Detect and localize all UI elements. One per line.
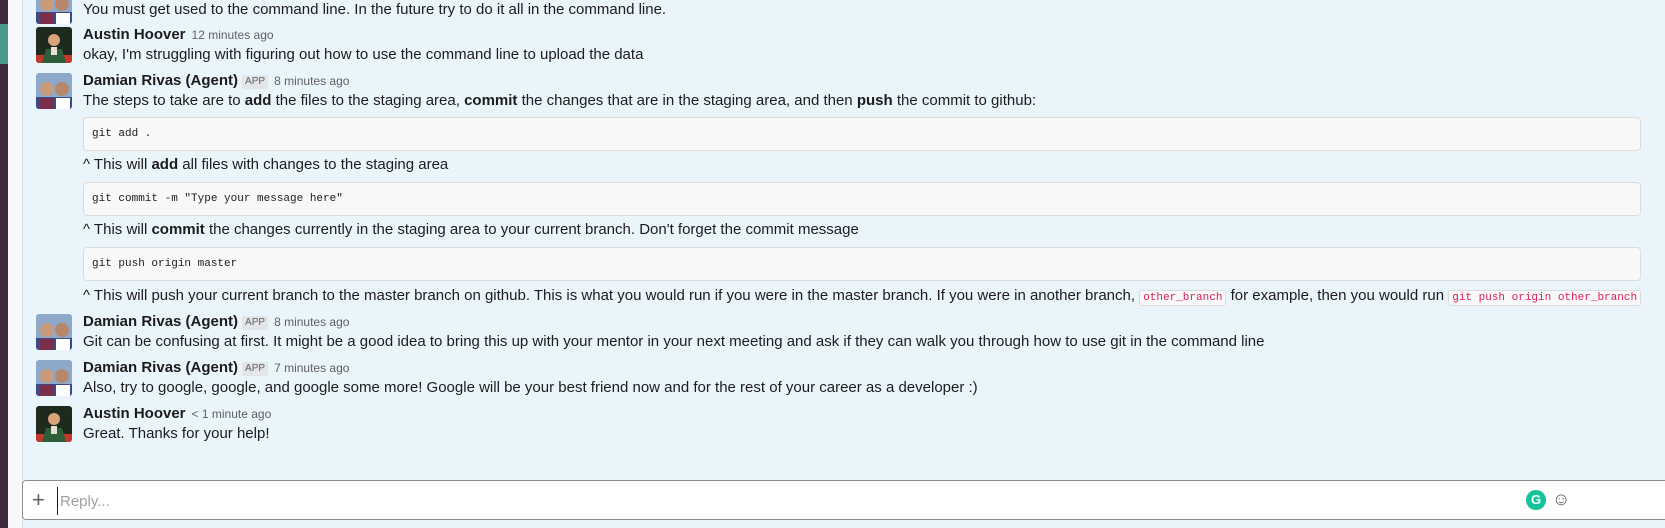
- timestamp[interactable]: 8 minutes ago: [274, 74, 349, 88]
- message-text: ^ This will add all files with changes t…: [83, 156, 449, 173]
- avatar-damian[interactable]: [36, 314, 72, 350]
- timestamp[interactable]: 8 minutes ago: [274, 315, 349, 329]
- sender-name[interactable]: Austin Hoover: [83, 405, 186, 422]
- reply-box: + G ☺: [22, 480, 1665, 520]
- thread-gutter: [8, 0, 23, 528]
- grammarly-icon[interactable]: G: [1526, 490, 1546, 510]
- timestamp[interactable]: 12 minutes ago: [192, 28, 274, 42]
- message-text: ^ This will push your current branch to …: [83, 286, 1642, 308]
- sender-name[interactable]: Austin Hoover: [83, 26, 186, 43]
- avatar-damian[interactable]: [36, 0, 72, 24]
- message: Damian Rivas (Agent) APP 8 minutes ago The…: [22, 71, 1665, 311]
- message-text: Git can be confusing at first. It might …: [83, 333, 1265, 350]
- message-text: Great. Thanks for your help!: [83, 425, 270, 442]
- message-text: ^ This will commit the changes currently…: [83, 221, 859, 238]
- code-block: git add .: [83, 117, 1641, 151]
- code-block: git commit -m "Type your message here": [83, 182, 1641, 216]
- app-badge: APP: [242, 75, 269, 89]
- avatar-damian[interactable]: [36, 73, 72, 109]
- sender-name[interactable]: Damian Rivas (Agent): [83, 359, 238, 376]
- message: You must get used to the command line. I…: [22, 0, 1665, 24]
- plus-icon[interactable]: +: [32, 487, 45, 513]
- message-text: okay, I'm struggling with figuring out h…: [83, 46, 644, 63]
- active-channel-indicator: [0, 24, 8, 64]
- message: Damian Rivas (Agent) APP 7 minutes ago Als…: [22, 358, 1665, 398]
- message-text: Also, try to google, google, and google …: [83, 379, 978, 396]
- reply-input[interactable]: [57, 487, 1522, 515]
- message: Austin Hoover < 1 minute ago Great. Thank…: [22, 404, 1665, 444]
- timestamp[interactable]: < 1 minute ago: [192, 407, 272, 421]
- inline-code: other_branch: [1139, 290, 1227, 306]
- message-text: The steps to take are to add the files t…: [83, 92, 1037, 109]
- message-text: You must get used to the command line. I…: [83, 1, 667, 18]
- sender-name[interactable]: Damian Rivas (Agent): [83, 72, 238, 89]
- timestamp[interactable]: 7 minutes ago: [274, 361, 349, 375]
- avatar-damian[interactable]: [36, 360, 72, 396]
- message-feed[interactable]: You must get used to the command line. I…: [22, 0, 1665, 478]
- app-badge: APP: [242, 316, 269, 330]
- avatar-austin[interactable]: [36, 27, 72, 63]
- sender-name[interactable]: Damian Rivas (Agent): [83, 313, 238, 330]
- inline-code: git push origin other_branch: [1448, 290, 1642, 306]
- message: Damian Rivas (Agent) APP 8 minutes ago Git…: [22, 312, 1665, 352]
- message: Austin Hoover 12 minutes ago okay, I'm st…: [22, 25, 1665, 65]
- workspace-sidebar-strip: [0, 0, 8, 528]
- emoji-icon[interactable]: ☺: [1552, 489, 1572, 509]
- avatar-austin[interactable]: [36, 406, 72, 442]
- app-badge: APP: [242, 362, 269, 376]
- code-block: git push origin master: [83, 247, 1641, 281]
